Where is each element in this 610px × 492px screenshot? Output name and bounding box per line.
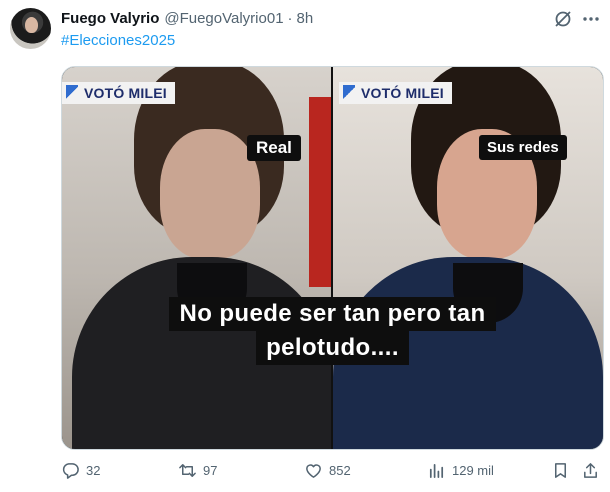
image-panel-social: VOTÓ MILEI Sus redes [333, 67, 603, 449]
repost-count: 97 [203, 462, 218, 478]
author-name[interactable]: Fuego Valyrio [61, 10, 159, 27]
reply-icon [62, 462, 79, 479]
action-bar: 32 97 852 129 mil [61, 458, 602, 482]
caption-line-2: pelotudo.... [256, 331, 409, 365]
repost-icon [179, 463, 196, 477]
separator: · [287, 9, 293, 27]
view-count: 129 mil [452, 462, 494, 478]
heart-icon [306, 463, 321, 478]
reply-button[interactable]: 32 [61, 458, 100, 482]
meme-caption: No puede ser tan pero tan pelotudo.... [123, 297, 543, 365]
share-icon [584, 462, 597, 478]
repost-button[interactable]: 97 [178, 458, 217, 482]
hashtag-link[interactable]: #Elecciones2025 [61, 32, 175, 49]
like-button[interactable]: 852 [304, 458, 351, 482]
caption-line-1: No puede ser tan pero tan [169, 297, 496, 331]
timestamp[interactable]: 8h [297, 10, 314, 27]
share-button[interactable] [581, 458, 600, 482]
like-count: 852 [329, 462, 351, 478]
bookmark-button[interactable] [551, 458, 570, 482]
author-handle[interactable]: @FuegoValyrio01 [164, 10, 283, 27]
label-real: Real [247, 135, 301, 161]
grok-icon[interactable] [553, 9, 573, 29]
label-sus-redes: Sus redes [479, 135, 567, 160]
views-icon [429, 463, 444, 478]
avatar[interactable] [10, 8, 51, 49]
tweet-image[interactable]: VOTÓ MILEI Real VOTÓ MILEI Sus redes No … [61, 66, 604, 450]
news-chyron: VOTÓ MILEI [339, 82, 452, 104]
news-chyron: VOTÓ MILEI [62, 82, 175, 104]
reply-count: 32 [86, 462, 101, 478]
more-icon[interactable] [581, 9, 601, 29]
tweet-header: Fuego Valyrio @FuegoValyrio01 · 8h [61, 8, 313, 28]
bookmark-icon [554, 462, 567, 478]
views-button[interactable]: 129 mil [427, 458, 494, 482]
image-panel-real: VOTÓ MILEI Real [62, 67, 331, 449]
